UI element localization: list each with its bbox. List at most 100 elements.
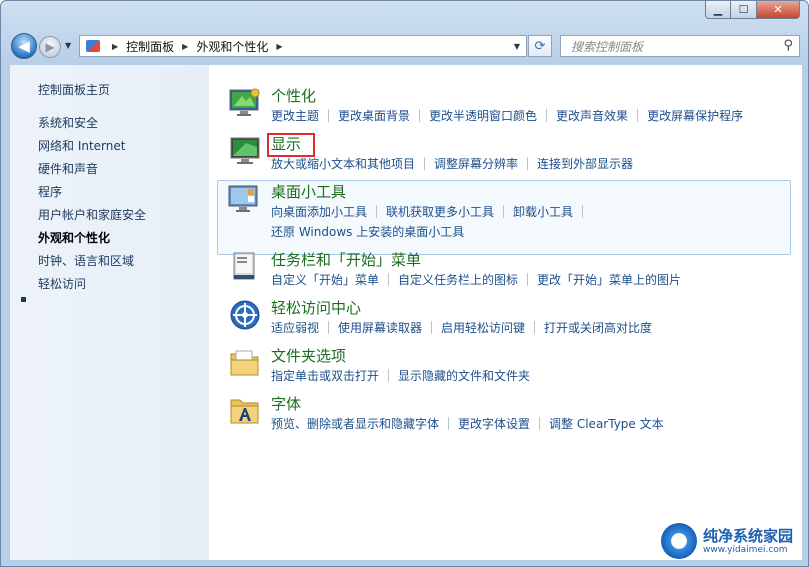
link-preview-delete-fonts[interactable]: 预览、删除或者显示和隐藏字体	[271, 415, 439, 432]
category-title[interactable]: 桌面小工具	[271, 181, 346, 202]
active-indicator	[21, 297, 26, 302]
breadcrumb-separator[interactable]: ▶	[182, 42, 188, 51]
link-customize-taskbar-icons[interactable]: 自定义任务栏上的图标	[398, 271, 518, 288]
refresh-button[interactable]: ⟳	[528, 35, 552, 57]
link-separator	[527, 157, 529, 170]
back-button[interactable]: ◀	[11, 33, 37, 59]
link-separator	[534, 321, 536, 334]
link-cleartype[interactable]: 调整 ClearType 文本	[549, 415, 664, 432]
category-title[interactable]: 任务栏和「开始」菜单	[271, 249, 421, 270]
category-links: 更改主题 更改桌面背景 更改半透明窗口颜色 更改声音效果 更改屏幕保护程序	[271, 107, 743, 124]
category-title[interactable]: 轻松访问中心	[271, 297, 361, 318]
forward-arrow-icon: ▶	[45, 40, 55, 54]
link-accessibility-keys[interactable]: 启用轻松访问键	[441, 319, 525, 336]
search-box[interactable]: ⚲	[560, 35, 800, 57]
refresh-icon: ⟳	[534, 38, 546, 54]
category-title[interactable]: 个性化	[271, 85, 316, 106]
watermark-title: 纯净系统家园	[703, 526, 794, 545]
display-icon	[230, 137, 260, 164]
ease-of-access-icon	[230, 300, 260, 330]
address-dropdown-button[interactable]: ▼	[514, 42, 520, 51]
recent-pages-button[interactable]: ▼	[65, 41, 71, 50]
link-separator	[328, 109, 330, 122]
link-separator	[546, 109, 548, 122]
search-icon[interactable]: ⚲	[783, 38, 793, 53]
link-change-screensaver[interactable]: 更改屏幕保护程序	[647, 107, 743, 124]
link-separator	[388, 273, 390, 286]
sidebar: 控制面板主页 系统和安全 网络和 Internet 硬件和声音 程序 用户帐户和…	[10, 65, 209, 560]
control-panel-window: ▁ ☐ ✕ ◀ ▶ ▼ ▶ 控制面板 ▶ 外观和个性化 ▶ ▼ ⟳ ⚲ 控制面板…	[0, 0, 809, 567]
category-links: 放大或缩小文本和其他项目 调整屏幕分辨率 连接到外部显示器	[271, 155, 633, 172]
link-uninstall-gadget[interactable]: 卸载小工具	[513, 203, 573, 220]
maximize-button[interactable]: ☐	[731, 1, 757, 19]
address-bar[interactable]: ▶ 控制面板 ▶ 外观和个性化 ▶ ▼	[79, 35, 527, 57]
taskbar-icon	[233, 252, 255, 280]
close-button[interactable]: ✕	[757, 1, 800, 19]
link-low-vision[interactable]: 适应弱视	[271, 319, 319, 336]
link-add-gadgets[interactable]: 向桌面添加小工具	[271, 203, 367, 220]
link-separator	[376, 205, 378, 218]
link-separator	[328, 321, 330, 334]
sidebar-item-appearance: 外观和个性化	[38, 231, 111, 245]
watermark-logo-icon	[661, 523, 697, 559]
sidebar-item-network[interactable]: 网络和 Internet	[38, 137, 125, 154]
link-separator	[431, 321, 433, 334]
link-high-contrast[interactable]: 打开或关闭高对比度	[544, 319, 652, 336]
category-title[interactable]: 文件夹选项	[271, 345, 346, 366]
back-arrow-icon: ◀	[18, 37, 30, 55]
link-separator	[503, 205, 505, 218]
link-change-sounds[interactable]: 更改声音效果	[556, 107, 628, 124]
breadcrumb-separator[interactable]: ▶	[112, 42, 118, 51]
breadcrumb-control-panel[interactable]: 控制面板	[126, 38, 174, 55]
sidebar-item-programs[interactable]: 程序	[38, 183, 62, 200]
search-input[interactable]	[569, 37, 773, 57]
caption-buttons: ▁ ☐ ✕	[705, 1, 800, 19]
category-links: 预览、删除或者显示和隐藏字体 更改字体设置 调整 ClearType 文本	[271, 415, 664, 432]
link-screen-resolution[interactable]: 调整屏幕分辨率	[434, 155, 518, 172]
link-separator	[388, 369, 390, 382]
sidebar-item-ease-of-access[interactable]: 轻松访问	[38, 275, 86, 292]
category-links: 适应弱视 使用屏幕读取器 启用轻松访问键 打开或关闭高对比度	[271, 319, 652, 336]
forward-button[interactable]: ▶	[39, 36, 61, 58]
navigation-bar: ◀ ▶ ▼ ▶ 控制面板 ▶ 外观和个性化 ▶ ▼ ⟳ ⚲	[1, 31, 809, 65]
fonts-icon	[230, 399, 259, 424]
breadcrumb-appearance[interactable]: 外观和个性化	[196, 38, 268, 55]
category-links: 向桌面添加小工具 联机获取更多小工具 卸载小工具	[271, 203, 592, 220]
sidebar-item-hardware-sound[interactable]: 硬件和声音	[38, 160, 98, 177]
breadcrumb-separator[interactable]: ▶	[276, 42, 282, 51]
link-separator	[582, 205, 584, 218]
category-links: 自定义「开始」菜单 自定义任务栏上的图标 更改「开始」菜单上的图片	[271, 271, 681, 288]
link-change-start-picture[interactable]: 更改「开始」菜单上的图片	[537, 271, 681, 288]
category-title[interactable]: 字体	[271, 393, 301, 414]
link-get-more-gadgets[interactable]: 联机获取更多小工具	[386, 203, 494, 220]
annotation-highlight-box	[267, 133, 315, 157]
folder-options-icon	[230, 350, 259, 376]
link-separator	[637, 109, 639, 122]
link-change-theme[interactable]: 更改主题	[271, 107, 319, 124]
sidebar-item-system-security[interactable]: 系统和安全	[38, 114, 98, 131]
personalization-icon	[229, 88, 260, 116]
link-change-desktop-background[interactable]: 更改桌面背景	[338, 107, 410, 124]
link-show-hidden-files[interactable]: 显示隐藏的文件和文件夹	[398, 367, 530, 384]
watermark: 纯净系统家园 www.yidaimei.com	[661, 521, 801, 561]
sidebar-item-clock-language[interactable]: 时钟、语言和区域	[38, 252, 134, 269]
link-separator	[424, 157, 426, 170]
gadgets-icon	[228, 185, 258, 212]
category-links: 指定单击或双击打开 显示隐藏的文件和文件夹	[271, 367, 530, 384]
link-customize-start-menu[interactable]: 自定义「开始」菜单	[271, 271, 379, 288]
link-change-font-settings[interactable]: 更改字体设置	[458, 415, 530, 432]
sidebar-item-home[interactable]: 控制面板主页	[38, 81, 110, 98]
link-change-window-color[interactable]: 更改半透明窗口颜色	[429, 107, 537, 124]
link-single-double-click[interactable]: 指定单击或双击打开	[271, 367, 379, 384]
minimize-button[interactable]: ▁	[705, 1, 731, 19]
link-screen-reader[interactable]: 使用屏幕读取器	[338, 319, 422, 336]
watermark-url: www.yidaimei.com	[703, 544, 788, 555]
link-separator	[539, 417, 541, 430]
link-external-display[interactable]: 连接到外部显示器	[537, 155, 633, 172]
link-separator	[527, 273, 529, 286]
sidebar-item-user-accounts[interactable]: 用户帐户和家庭安全	[38, 206, 146, 223]
link-separator	[448, 417, 450, 430]
link-restore-gadgets[interactable]: 还原 Windows 上安装的桌面小工具	[271, 223, 464, 240]
link-zoom-text[interactable]: 放大或缩小文本和其他项目	[271, 155, 415, 172]
control-panel-icon	[86, 40, 100, 52]
